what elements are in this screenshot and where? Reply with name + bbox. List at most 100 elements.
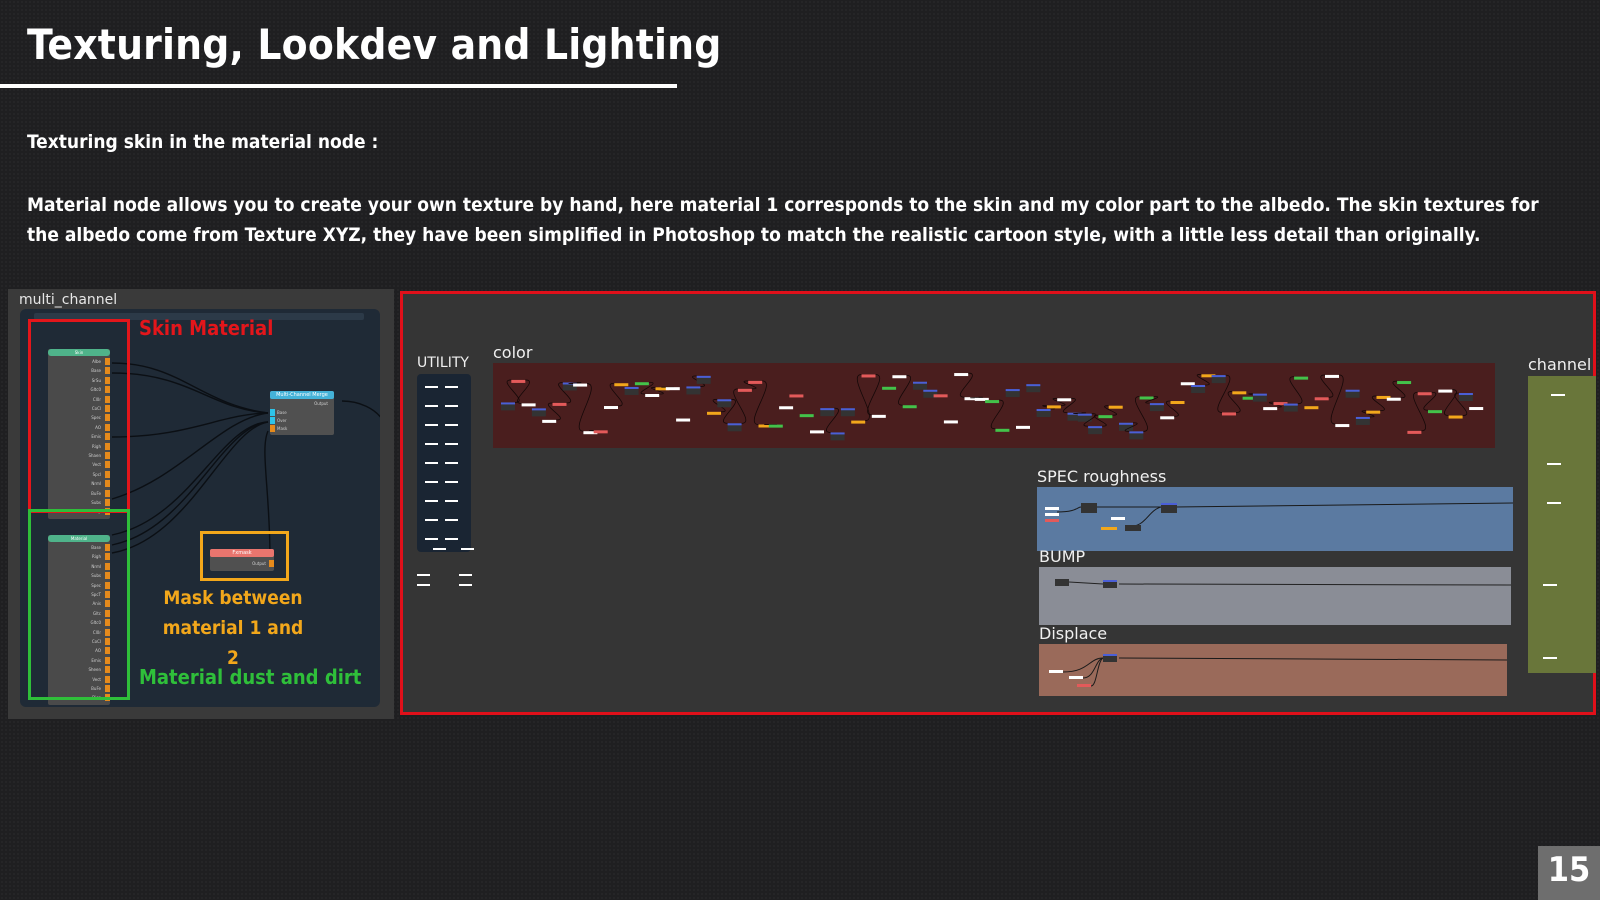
channel-output-4[interactable] — [1543, 584, 1557, 586]
color-node — [892, 375, 907, 379]
color-node — [1294, 376, 1309, 380]
color-node — [1335, 424, 1350, 428]
color-node-header — [1211, 375, 1226, 378]
multi-channel-label: multi_channel — [19, 292, 118, 308]
utility-node[interactable] — [445, 424, 458, 426]
color-node-header — [531, 408, 546, 411]
node-graph-view[interactable]: UTILITY color SPEC roughness BUMP Displa… — [400, 291, 1596, 715]
color-node — [737, 388, 752, 392]
color-node — [511, 379, 526, 383]
utility-node[interactable] — [445, 538, 458, 540]
channel-output-3[interactable] — [1547, 502, 1561, 504]
utility-node[interactable] — [425, 386, 438, 388]
utility-node[interactable] — [445, 405, 458, 407]
color-node-header — [501, 402, 515, 405]
color-node-header — [686, 386, 701, 389]
utility-node[interactable] — [425, 519, 438, 521]
color-node — [882, 386, 897, 390]
color-node-wire — [990, 399, 1004, 430]
channel-output-5[interactable] — [1543, 657, 1557, 659]
color-node — [1160, 416, 1175, 420]
title-underline — [0, 84, 677, 88]
utility-node[interactable] — [425, 538, 438, 540]
utility-node[interactable] — [459, 574, 472, 576]
color-node — [645, 394, 660, 398]
utility-node[interactable] — [445, 462, 458, 464]
utility-node[interactable] — [425, 462, 438, 464]
utility-node[interactable] — [425, 405, 438, 407]
color-node-header — [1005, 389, 1020, 392]
bump-network — [1055, 579, 1511, 588]
utility-node[interactable] — [417, 574, 430, 576]
dust-material-label: Material dust and dirt — [139, 665, 362, 689]
merge-input-over-label: Over — [277, 418, 287, 423]
utility-node[interactable] — [445, 519, 458, 521]
skin-material-highlight — [28, 319, 130, 513]
mask-label: Mask between material 1 and 2 — [162, 587, 304, 669]
color-node-header — [1458, 393, 1473, 396]
slide-body-text: Material node allows you to create your … — [27, 194, 1539, 246]
bump-backdrop-label: BUMP — [1039, 547, 1086, 566]
color-node-header — [1191, 385, 1206, 388]
utility-node[interactable] — [425, 424, 438, 426]
color-node — [871, 414, 886, 418]
color-node — [593, 430, 608, 434]
utility-node[interactable] — [459, 584, 472, 586]
color-node — [943, 420, 958, 424]
utility-node[interactable] — [433, 548, 446, 550]
utility-node[interactable] — [445, 500, 458, 502]
color-node — [810, 430, 824, 434]
utility-node[interactable] — [461, 548, 474, 550]
color-node-wire — [867, 374, 881, 416]
displace-backdrop-label: Displace — [1039, 624, 1108, 643]
channel-backdrop[interactable] — [1528, 376, 1596, 673]
color-node — [676, 418, 691, 422]
color-node — [1098, 415, 1113, 419]
color-node-header — [1149, 403, 1164, 406]
color-node-wire — [1134, 396, 1148, 432]
multi-channel-merge-node[interactable]: Multi-Channel Merge Output Base Over Mas… — [270, 391, 334, 435]
color-node — [1304, 406, 1319, 410]
color-node-header — [1088, 426, 1103, 429]
merge-input-mask-pin[interactable] — [270, 425, 275, 432]
color-node — [614, 383, 629, 387]
merge-node-header: Multi-Channel Merge — [270, 391, 334, 399]
color-node — [1170, 401, 1185, 405]
utility-node[interactable] — [425, 500, 438, 502]
color-node — [1222, 412, 1236, 416]
color-node — [634, 382, 649, 386]
color-node — [542, 419, 557, 423]
color-node-wire — [1330, 374, 1344, 425]
multi-channel-panel[interactable]: multi_channel Skin Albe Base SrSu Gltc0 Cl0r… — [8, 289, 394, 719]
merge-input-over-pin[interactable] — [270, 417, 275, 424]
color-node — [789, 394, 804, 398]
displace-network — [1049, 654, 1507, 687]
color-node-wire — [856, 374, 870, 421]
color-node-network — [501, 372, 1484, 441]
utility-node[interactable] — [445, 386, 458, 388]
utility-node[interactable] — [425, 443, 438, 445]
utility-node[interactable] — [445, 443, 458, 445]
color-node — [552, 402, 567, 406]
color-node — [665, 387, 680, 391]
color-node-header — [1283, 403, 1298, 406]
color-node — [985, 400, 1000, 404]
utility-node[interactable] — [445, 481, 458, 483]
color-node — [851, 420, 866, 424]
color-node-wire — [959, 372, 973, 398]
merge-input-base-pin[interactable] — [270, 409, 275, 416]
color-node — [604, 406, 618, 410]
color-node — [779, 406, 794, 410]
utility-node[interactable] — [417, 584, 430, 586]
color-node-header — [840, 408, 855, 411]
color-node-header — [1252, 393, 1267, 396]
color-node-wire — [1289, 376, 1303, 404]
utility-node[interactable] — [425, 481, 438, 483]
merge-output-label: Output — [314, 401, 328, 406]
channel-output-2[interactable] — [1547, 463, 1561, 465]
color-node — [1417, 392, 1432, 396]
color-node — [521, 403, 536, 407]
color-node — [1057, 398, 1072, 402]
channel-output-1[interactable] — [1551, 394, 1565, 396]
color-node-header — [923, 389, 938, 392]
